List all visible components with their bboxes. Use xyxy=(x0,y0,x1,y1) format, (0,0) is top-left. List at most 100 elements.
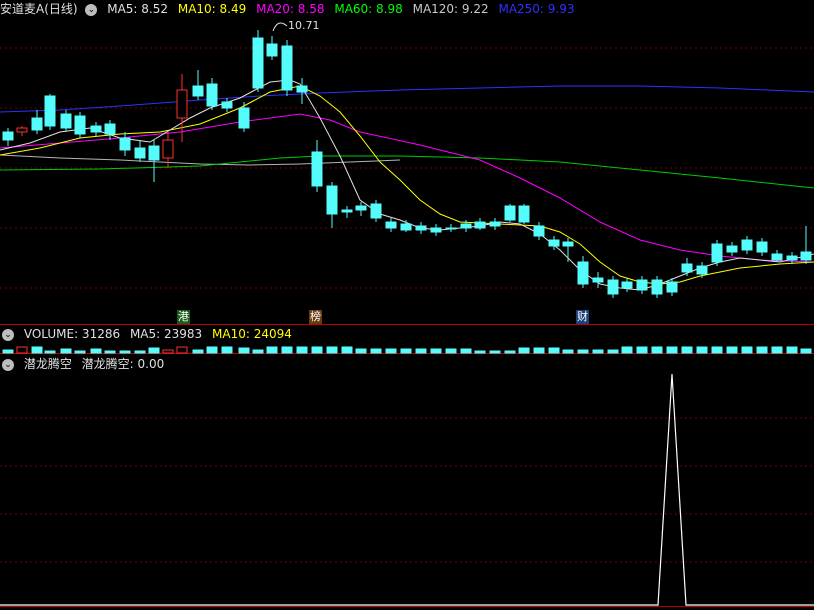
candle xyxy=(266,43,278,57)
candle xyxy=(741,239,753,251)
volume-bar xyxy=(60,348,72,354)
volume-bar xyxy=(355,348,367,354)
volume-bar xyxy=(430,348,442,354)
volume-bar xyxy=(266,346,278,354)
volume-bar xyxy=(621,346,633,354)
candle xyxy=(666,281,678,293)
tag-finance[interactable]: 财 xyxy=(576,310,589,324)
candle xyxy=(192,85,204,97)
candle xyxy=(2,131,14,141)
candle xyxy=(504,205,516,221)
indicator-name: 潜龙腾空 xyxy=(23,357,72,371)
indicator-line xyxy=(0,373,814,606)
volume-bar xyxy=(533,347,545,354)
volume-panel-header: ⌄ VOLUME: 31286 MA5: 23983 MA10: 24094 xyxy=(0,325,298,343)
candle xyxy=(800,251,812,261)
volume-bar xyxy=(518,347,530,354)
candle xyxy=(696,265,708,275)
ma10-line xyxy=(0,85,814,285)
candle xyxy=(176,89,188,119)
candle xyxy=(252,37,264,89)
volume-bar xyxy=(607,349,619,354)
volume-bar xyxy=(238,347,250,354)
candle xyxy=(786,255,798,261)
chevron-down-icon[interactable]: ⌄ xyxy=(2,358,14,371)
volume-bar xyxy=(104,350,116,354)
candle xyxy=(311,151,323,187)
volume-bar xyxy=(206,346,218,354)
volume-bar xyxy=(326,346,338,354)
volume-bar xyxy=(651,346,663,354)
indicator-value: 潜龙腾空: 0.00 xyxy=(81,357,165,371)
volume-bar xyxy=(460,348,472,354)
ma20-line xyxy=(0,113,814,263)
candle xyxy=(31,117,43,131)
volume-bar xyxy=(90,348,102,354)
volume-bar xyxy=(548,347,560,354)
volume-bar xyxy=(74,350,86,354)
volume-bar xyxy=(370,348,382,354)
volume-bars xyxy=(2,346,812,354)
volume-bar xyxy=(296,346,308,354)
high-marker-pointer xyxy=(272,22,288,32)
candle xyxy=(134,147,146,159)
volume-bar xyxy=(2,349,14,354)
ma60-line xyxy=(0,155,814,189)
volume-bar xyxy=(119,350,131,354)
volume-bar xyxy=(562,349,574,354)
candle xyxy=(430,227,442,233)
volume-bar xyxy=(445,348,457,354)
candle xyxy=(341,209,353,213)
candle xyxy=(370,203,382,219)
volume-bar xyxy=(31,346,43,354)
volume-bar xyxy=(577,349,589,354)
tag-rank[interactable]: 榜 xyxy=(309,310,322,324)
volume-bar xyxy=(666,346,678,354)
volume-bar xyxy=(786,346,798,354)
chevron-down-icon[interactable]: ⌄ xyxy=(2,328,14,341)
candle xyxy=(592,277,604,283)
candle xyxy=(577,261,589,285)
volume-bar xyxy=(176,346,188,354)
candle xyxy=(281,45,293,91)
volume-bar xyxy=(162,349,174,354)
volume-bar xyxy=(134,350,146,354)
candle xyxy=(771,253,783,261)
candle xyxy=(756,241,768,253)
candle xyxy=(60,113,72,129)
candle xyxy=(162,139,174,159)
volume-bar xyxy=(696,346,708,354)
volume-bar xyxy=(385,348,397,354)
tag-hk[interactable]: 港 xyxy=(177,310,190,324)
candle xyxy=(636,279,648,291)
candle xyxy=(74,115,86,135)
candle xyxy=(238,107,250,129)
volume-bar xyxy=(636,346,648,354)
candle xyxy=(726,245,738,253)
volume-bar xyxy=(504,350,516,354)
candlestick-series xyxy=(2,30,812,298)
candle xyxy=(90,125,102,133)
chart-canvas[interactable]: 10.71 xyxy=(0,0,814,610)
candle xyxy=(119,137,131,151)
candle xyxy=(460,223,472,229)
candle xyxy=(104,123,116,135)
volume-bar xyxy=(756,346,768,354)
volume-ma5-label: MA5: 23983 xyxy=(129,327,203,341)
volume-bar xyxy=(800,348,812,354)
volume-bar xyxy=(489,350,501,354)
candle xyxy=(621,281,633,289)
indicator-panel-header: ⌄ 潜龙腾空 潜龙腾空: 0.00 xyxy=(0,355,170,373)
volume-bar xyxy=(741,346,753,354)
candle xyxy=(296,85,308,93)
volume-bar xyxy=(474,350,486,354)
volume-bar xyxy=(192,349,204,354)
volume-bar xyxy=(311,346,323,354)
volume-bar xyxy=(711,346,723,354)
volume-bar xyxy=(221,346,233,354)
candle xyxy=(681,263,693,273)
volume-ma10-label: MA10: 24094 xyxy=(212,327,292,341)
candle xyxy=(489,221,501,227)
candle xyxy=(474,221,486,229)
ma5-line xyxy=(0,79,814,291)
